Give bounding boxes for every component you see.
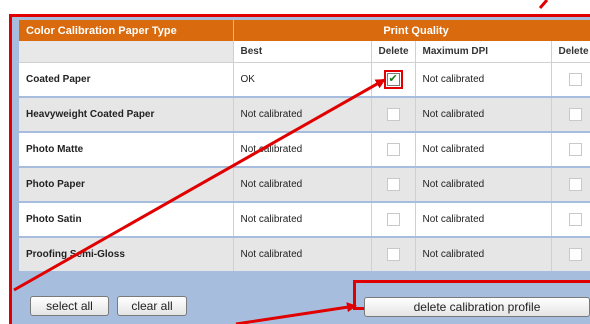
delete-max-dpi-checkbox[interactable] bbox=[568, 213, 582, 226]
max-dpi-status: Not calibrated bbox=[415, 97, 552, 133]
delete-max-dpi-checkbox[interactable] bbox=[568, 108, 582, 121]
paper-name: Heavyweight Coated Paper bbox=[19, 97, 234, 133]
delete-max-dpi-checkbox[interactable] bbox=[568, 73, 582, 86]
best-status: Not calibrated bbox=[233, 167, 372, 203]
delete-best-checkbox[interactable] bbox=[386, 143, 400, 156]
max-dpi-status: Not calibrated bbox=[415, 62, 552, 98]
paper-type-subheader bbox=[19, 41, 234, 63]
delete-max-dpi-checkbox[interactable] bbox=[568, 248, 582, 261]
table-row: Proofing Semi-Gloss Not calibrated Not c… bbox=[19, 237, 590, 273]
max-dpi-status: Not calibrated bbox=[415, 167, 552, 203]
paper-name: Photo Matte bbox=[19, 132, 234, 168]
table-row: Heavyweight Coated Paper Not calibrated … bbox=[19, 97, 590, 133]
paper-type-header: Color Calibration Paper Type bbox=[19, 20, 234, 41]
paper-name: Coated Paper bbox=[19, 62, 234, 98]
select-all-button[interactable]: select all bbox=[30, 296, 109, 316]
delete-max-dpi-checkbox[interactable] bbox=[568, 143, 582, 156]
print-quality-header: Print Quality bbox=[233, 20, 590, 41]
table-row: Coated Paper OK Not calibrated bbox=[19, 62, 590, 98]
clear-all-button[interactable]: clear all bbox=[117, 296, 187, 316]
best-status: Not calibrated bbox=[233, 132, 372, 168]
max-dpi-status: Not calibrated bbox=[415, 237, 552, 273]
table-row: Photo Matte Not calibrated Not calibrate… bbox=[19, 132, 590, 168]
arrow-top-right bbox=[538, 0, 549, 9]
delete-best-checkbox[interactable] bbox=[386, 108, 400, 121]
best-status: Not calibrated bbox=[233, 237, 372, 273]
delete-column-header: Delete bbox=[371, 41, 416, 63]
calibration-table: Color Calibration Paper Type Print Quali… bbox=[19, 20, 590, 273]
delete-best-checkbox[interactable] bbox=[386, 213, 400, 226]
best-column-header: Best bbox=[233, 41, 372, 63]
paper-name: Photo Paper bbox=[19, 167, 234, 203]
table-row: Photo Satin Not calibrated Not calibrate… bbox=[19, 202, 590, 238]
max-dpi-status: Not calibrated bbox=[415, 132, 552, 168]
delete-best-checkbox[interactable] bbox=[386, 248, 400, 261]
delete-best-checkbox[interactable] bbox=[386, 178, 400, 191]
max-dpi-status: Not calibrated bbox=[415, 202, 552, 238]
paper-name: Proofing Semi-Gloss bbox=[19, 237, 234, 273]
best-status: OK bbox=[233, 62, 372, 98]
delete-column-header-2: Delete bbox=[551, 41, 590, 63]
max-dpi-column-header: Maximum DPI bbox=[415, 41, 552, 63]
highlight-callout bbox=[383, 70, 403, 89]
best-status: Not calibrated bbox=[233, 97, 372, 133]
delete-max-dpi-checkbox[interactable] bbox=[568, 178, 582, 191]
best-status: Not calibrated bbox=[233, 202, 372, 238]
table-row: Photo Paper Not calibrated Not calibrate… bbox=[19, 167, 590, 203]
paper-name: Photo Satin bbox=[19, 202, 234, 238]
delete-calibration-profile-button[interactable]: delete calibration profile bbox=[364, 297, 590, 317]
delete-best-checkbox[interactable] bbox=[386, 72, 400, 86]
